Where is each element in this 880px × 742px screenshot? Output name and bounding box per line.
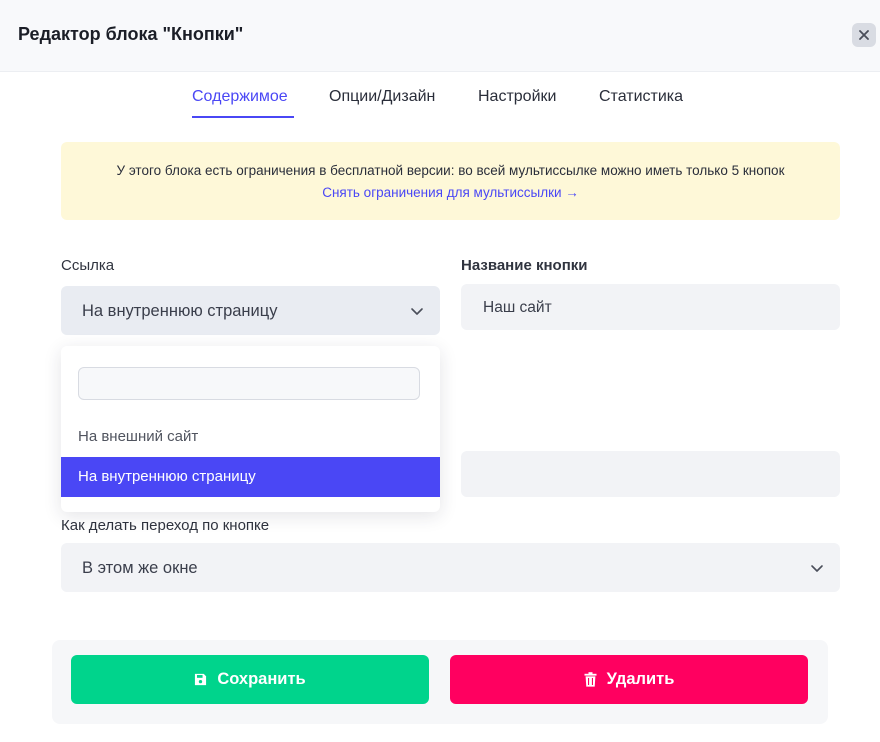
link-type-value: На внутреннюю страницу	[82, 302, 278, 320]
tab-options-design[interactable]: Опции/Дизайн	[329, 88, 435, 106]
delete-button[interactable]: Удалить	[450, 655, 808, 704]
link-type-select[interactable]: На внутреннюю страницу	[61, 286, 440, 335]
page-select-input[interactable]	[461, 451, 840, 497]
tab-statistics[interactable]: Статистика	[599, 88, 683, 106]
tab-settings[interactable]: Настройки	[478, 88, 556, 106]
chevron-down-icon	[811, 565, 823, 572]
transition-value: В этом же окне	[82, 559, 198, 577]
save-button-label: Сохранить	[217, 670, 306, 688]
tab-bar: Содержимое Опции/Дизайн Настройки Статис…	[0, 88, 880, 120]
limit-notice: У этого блока есть ограничения в бесплат…	[61, 142, 840, 220]
transition-field-label: Как делать переход по кнопке	[61, 517, 270, 534]
modal-header: Редактор блока "Кнопки"	[0, 0, 880, 72]
chevron-down-icon	[411, 308, 423, 315]
link-field-label: Ссылка	[61, 257, 115, 274]
button-name-input[interactable]: Наш сайт	[461, 284, 840, 330]
active-tab-indicator	[192, 116, 294, 118]
option-internal-page[interactable]: На внутреннюю страницу	[61, 457, 440, 497]
dropdown-search-input[interactable]	[78, 367, 420, 400]
save-disk-icon	[195, 673, 207, 686]
close-button[interactable]	[852, 23, 876, 47]
delete-button-label: Удалить	[606, 670, 675, 688]
transition-select[interactable]: В этом же окне	[61, 543, 840, 592]
link-type-dropdown: На внешний сайт На внутреннюю страницу	[61, 346, 440, 512]
close-icon	[859, 30, 869, 40]
trash-icon	[584, 672, 597, 687]
option-label: На внешний сайт	[78, 428, 199, 445]
option-label: На внутреннюю страницу	[78, 468, 256, 485]
save-button[interactable]: Сохранить	[71, 655, 429, 704]
remove-limits-link[interactable]: Снять ограничения для мультиссылки →	[61, 185, 840, 200]
button-name-value: Наш сайт	[483, 299, 552, 316]
limit-notice-text: У этого блока есть ограничения в бесплат…	[116, 163, 785, 178]
modal-title: Редактор блока "Кнопки"	[18, 24, 244, 44]
tab-content[interactable]: Содержимое	[192, 88, 288, 106]
button-name-label: Название кнопки	[461, 257, 588, 274]
option-external-site[interactable]: На внешний сайт	[61, 417, 440, 457]
